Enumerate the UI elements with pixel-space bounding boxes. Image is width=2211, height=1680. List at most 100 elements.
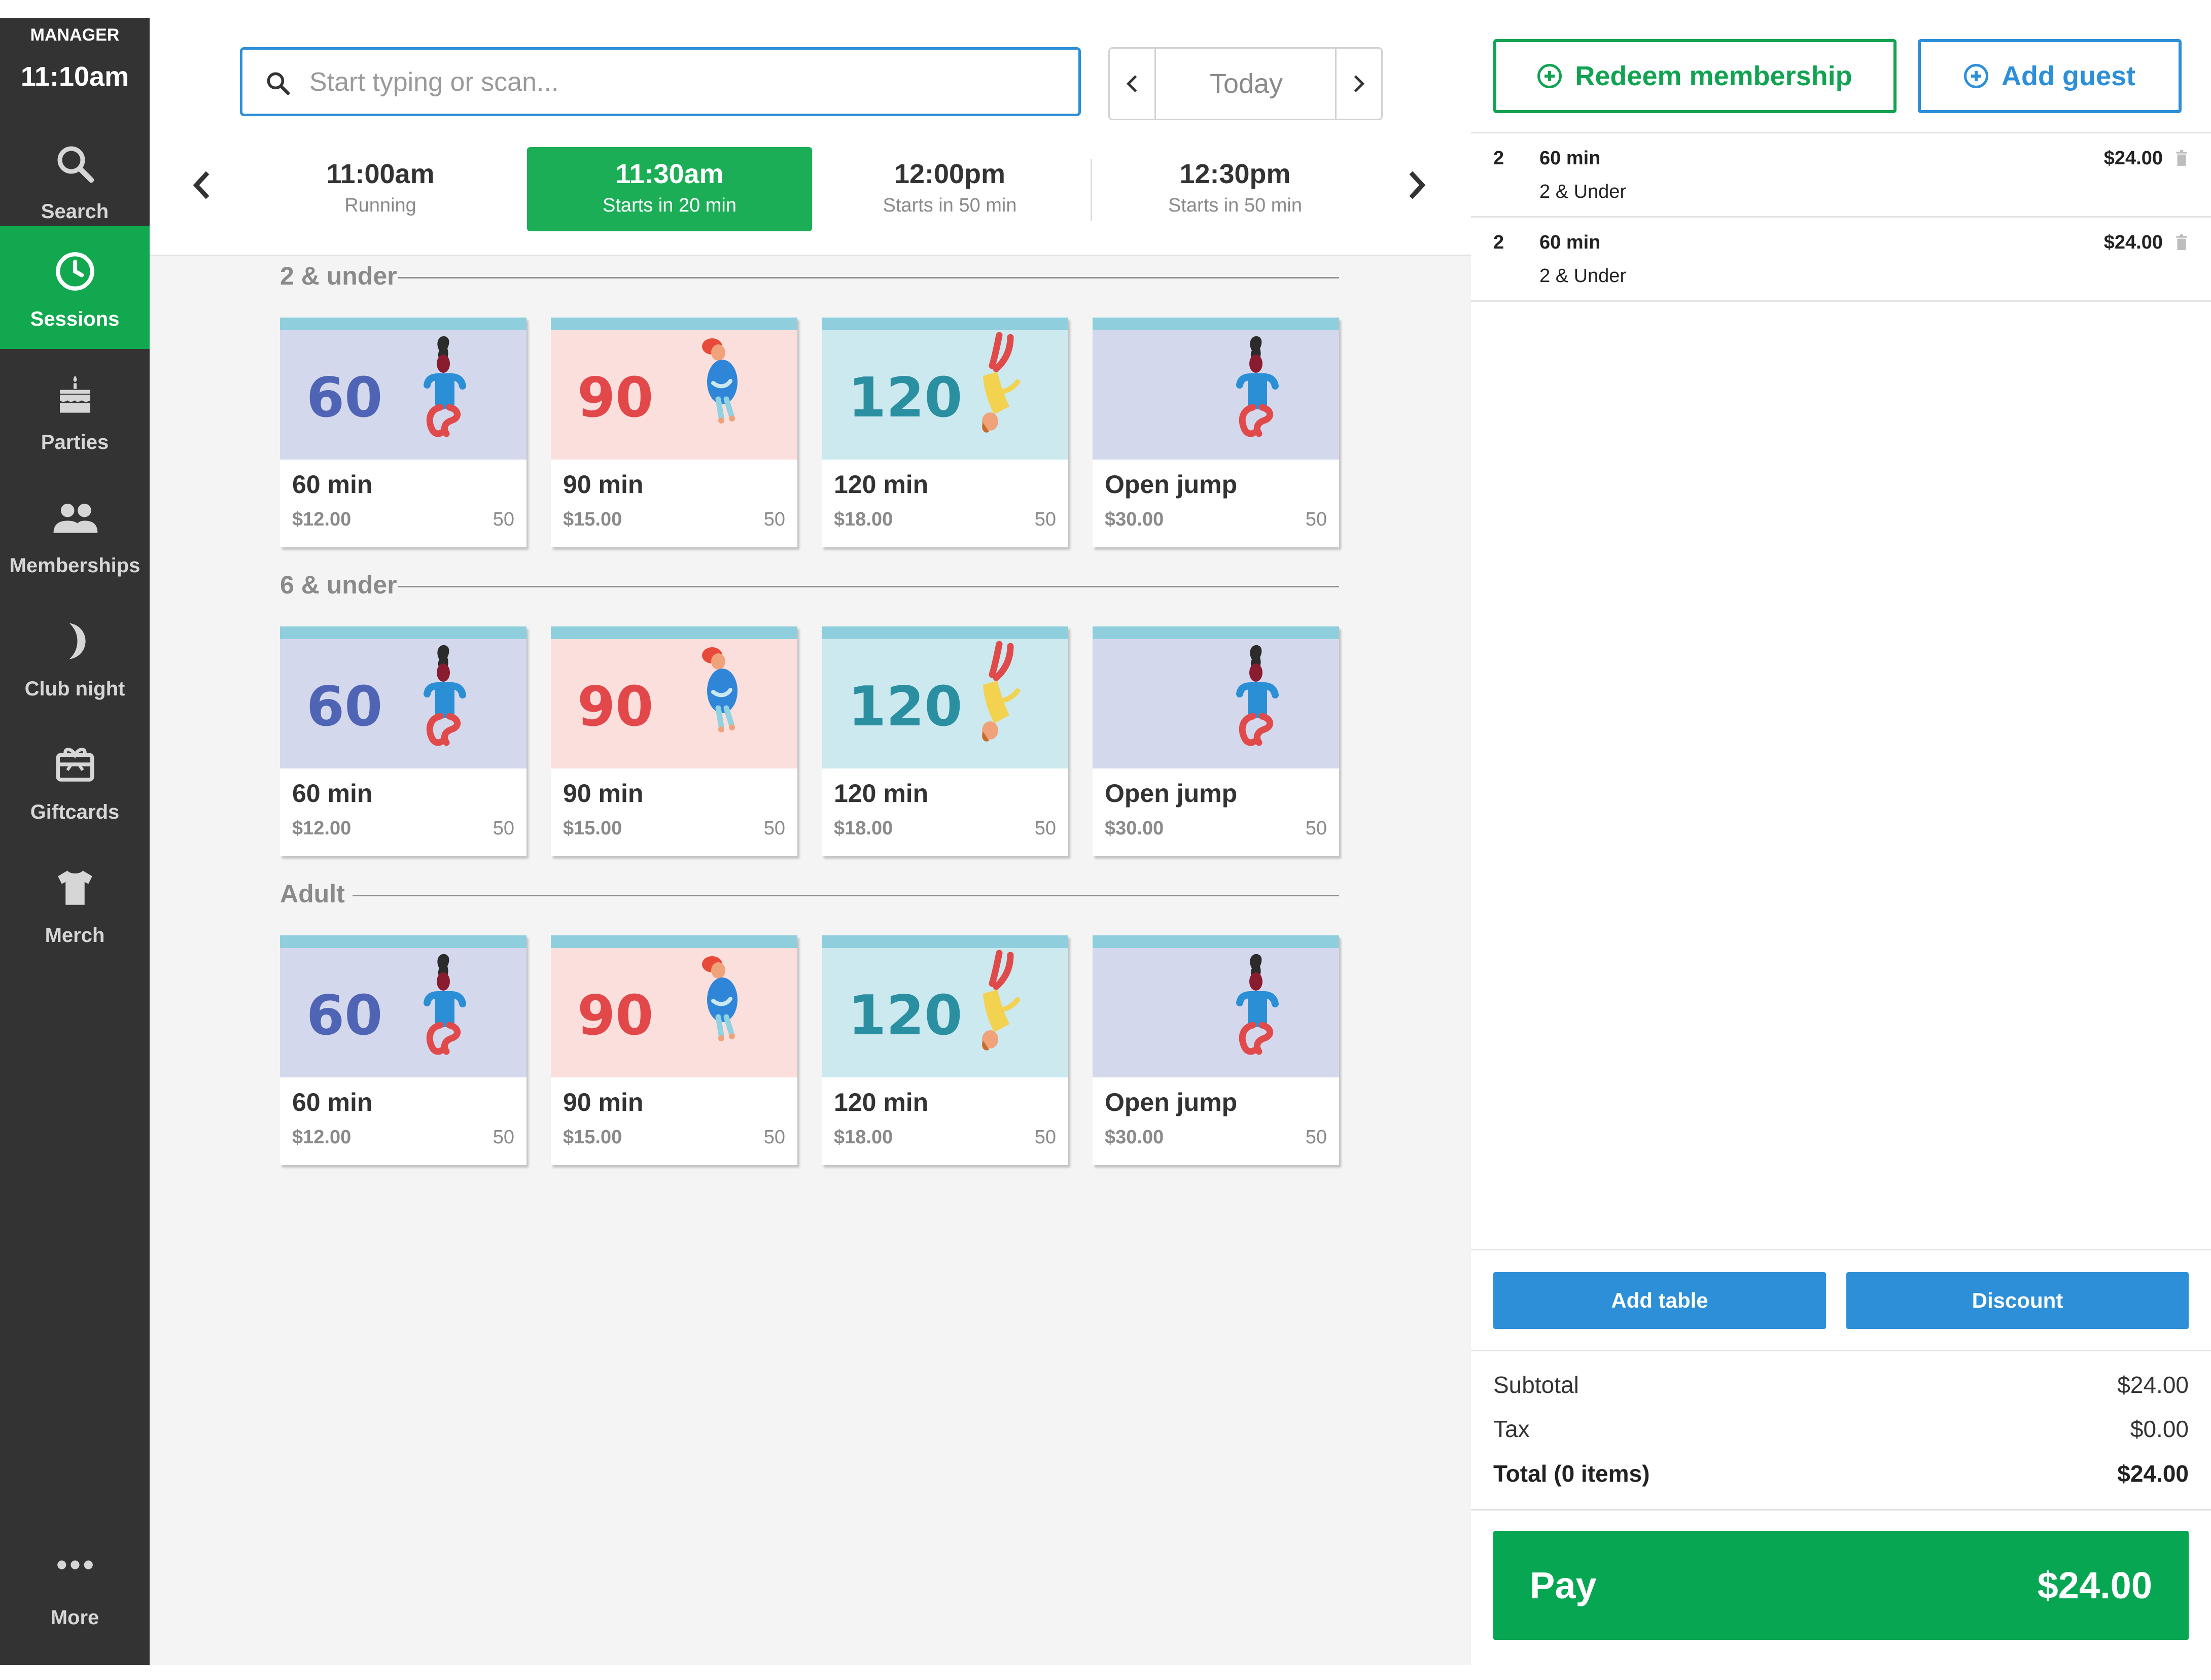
line-name: 60 min [1539, 232, 1601, 253]
sidebar-item-label: Club night [24, 678, 125, 700]
product-name: Open jump [1105, 779, 1238, 808]
next-slots-button[interactable] [1404, 170, 1429, 200]
product-card[interactable]: 60 60 min $12.00 50 [280, 626, 527, 856]
product-card[interactable]: 120 120 min $18.00 50 [822, 935, 1068, 1165]
next-date-button[interactable] [1335, 49, 1381, 119]
product-card[interactable]: 90 90 min $15.00 50 [551, 318, 797, 547]
date-label[interactable]: Today [1156, 49, 1337, 119]
product-price: $30.00 [1105, 1127, 1164, 1148]
sidebar-item-parties[interactable]: Parties [0, 349, 150, 472]
product-capacity: 50 [763, 509, 785, 530]
subtotal-label: Subtotal [1493, 1372, 1579, 1398]
pay-amount: $24.00 [2037, 1564, 2152, 1606]
duration-badge: 60 [306, 675, 382, 739]
previous-date-button[interactable] [1110, 49, 1156, 119]
sidebar-item-sessions[interactable]: Sessions [0, 226, 150, 349]
search-input[interactable] [308, 64, 1051, 100]
group-title: 6 & under [280, 571, 397, 599]
timeslot[interactable]: 11:00am Running [238, 147, 522, 231]
product-card[interactable]: Open jump $30.00 50 [1093, 626, 1339, 856]
timeslot-divider [1091, 159, 1092, 221]
product-card[interactable]: 60 60 min $12.00 50 [280, 318, 527, 547]
product-name: 90 min [563, 470, 644, 499]
add-guest-label: Add guest [2002, 61, 2135, 91]
product-capacity: 50 [1034, 818, 1056, 839]
card-top-stripe [551, 935, 797, 948]
product-price: $15.00 [563, 818, 622, 839]
product-illustration [1093, 639, 1339, 768]
line-group: 2 & Under [1539, 181, 1627, 202]
cart-line-item[interactable]: 2 60 min 2 & Under $24.00 [1471, 218, 2211, 300]
sidebar-item-more[interactable]: More [0, 1524, 150, 1648]
line-group: 2 & Under [1539, 265, 1627, 287]
product-card[interactable]: 60 60 min $12.00 50 [280, 935, 527, 1165]
tax-value: $0.00 [2130, 1416, 2189, 1442]
discount-button[interactable]: Discount [1846, 1272, 2189, 1329]
duration-badge: 60 [306, 366, 382, 430]
sidebar-item-label: Sessions [30, 308, 120, 330]
redeem-membership-button[interactable]: Redeem membership [1493, 39, 1897, 113]
add-guest-button[interactable]: Add guest [1918, 39, 2182, 113]
search-box[interactable] [240, 47, 1081, 116]
timeslot-time: 12:00pm [894, 159, 1006, 189]
product-capacity: 50 [1305, 509, 1327, 530]
timeslot-status: Running [344, 195, 416, 216]
product-card[interactable]: 90 90 min $15.00 50 [551, 935, 797, 1165]
card-top-stripe [1093, 935, 1339, 948]
previous-slots-button[interactable] [189, 170, 215, 200]
product-capacity: 50 [1305, 1127, 1327, 1148]
cart-line-item[interactable]: 2 60 min 2 & Under $24.00 [1471, 133, 2211, 216]
chevron-right-icon [1354, 75, 1365, 92]
duration-badge: 60 [306, 984, 382, 1047]
product-card[interactable]: 90 90 min $15.00 50 [551, 626, 797, 856]
card-top-stripe [551, 626, 797, 639]
chevron-left-icon [1126, 75, 1137, 92]
total-value: $24.00 [2117, 1460, 2189, 1487]
trash-icon[interactable] [2175, 150, 2188, 169]
product-name: 60 min [292, 1088, 373, 1116]
product-capacity: 50 [493, 818, 514, 839]
product-illustration: 90 [551, 330, 797, 460]
cake-icon [0, 372, 150, 420]
product-card[interactable]: Open jump $30.00 50 [1093, 318, 1339, 547]
duration-badge: 90 [577, 675, 653, 739]
product-illustration: 90 [551, 948, 797, 1077]
timeslot-status: Starts in 50 min [1168, 195, 1302, 216]
timeslot[interactable]: 12:30pm Starts in 50 min [1093, 147, 1377, 231]
group-divider [398, 277, 1339, 278]
timeslot-selected[interactable]: 11:30am Starts in 20 min [527, 147, 812, 231]
timeslot[interactable]: 12:00pm Starts in 50 min [812, 147, 1088, 231]
product-card[interactable]: 120 120 min $18.00 50 [822, 318, 1068, 547]
product-card[interactable]: 120 120 min $18.00 50 [822, 626, 1068, 856]
duration-badge: 90 [577, 366, 653, 430]
sidebar-item-memberships[interactable]: Memberships [0, 472, 150, 596]
product-capacity: 50 [1034, 509, 1056, 530]
main-content: Today 11:00am Running 11:30am Starts in … [150, 18, 1471, 1665]
line-price: $24.00 [2103, 232, 2163, 253]
product-price: $30.00 [1105, 509, 1164, 530]
cart-panel: Redeem membership Add guest 2 60 min 2 &… [1471, 18, 2211, 1665]
product-price: $12.00 [292, 818, 352, 839]
sidebar-item-club-night[interactable]: Club night [0, 596, 150, 719]
add-table-button[interactable]: Add table [1493, 1272, 1826, 1329]
sidebar-item-giftcards[interactable]: Giftcards [0, 719, 150, 842]
group-divider [398, 586, 1339, 587]
sidebar-item-search[interactable]: Search [0, 118, 150, 241]
product-name: Open jump [1105, 470, 1238, 499]
product-name: 60 min [292, 470, 373, 499]
product-illustration: 120 [822, 639, 1068, 768]
subtotal-value: $24.00 [2117, 1372, 2189, 1398]
trash-icon[interactable] [2175, 234, 2188, 254]
sidebar-item-merch[interactable]: Merch [0, 842, 150, 965]
card-top-stripe [822, 626, 1068, 639]
redeem-membership-label: Redeem membership [1575, 61, 1852, 91]
tax-label: Tax [1493, 1416, 1530, 1442]
pay-button[interactable]: Pay $24.00 [1493, 1531, 2189, 1640]
product-capacity: 50 [763, 1127, 785, 1148]
product-illustration [1093, 948, 1339, 1077]
user-role: MANAGER [30, 25, 120, 45]
product-card[interactable]: Open jump $30.00 50 [1093, 935, 1339, 1165]
search-icon [264, 69, 292, 100]
clock-icon [0, 249, 150, 297]
chevron-left-icon [193, 171, 209, 199]
